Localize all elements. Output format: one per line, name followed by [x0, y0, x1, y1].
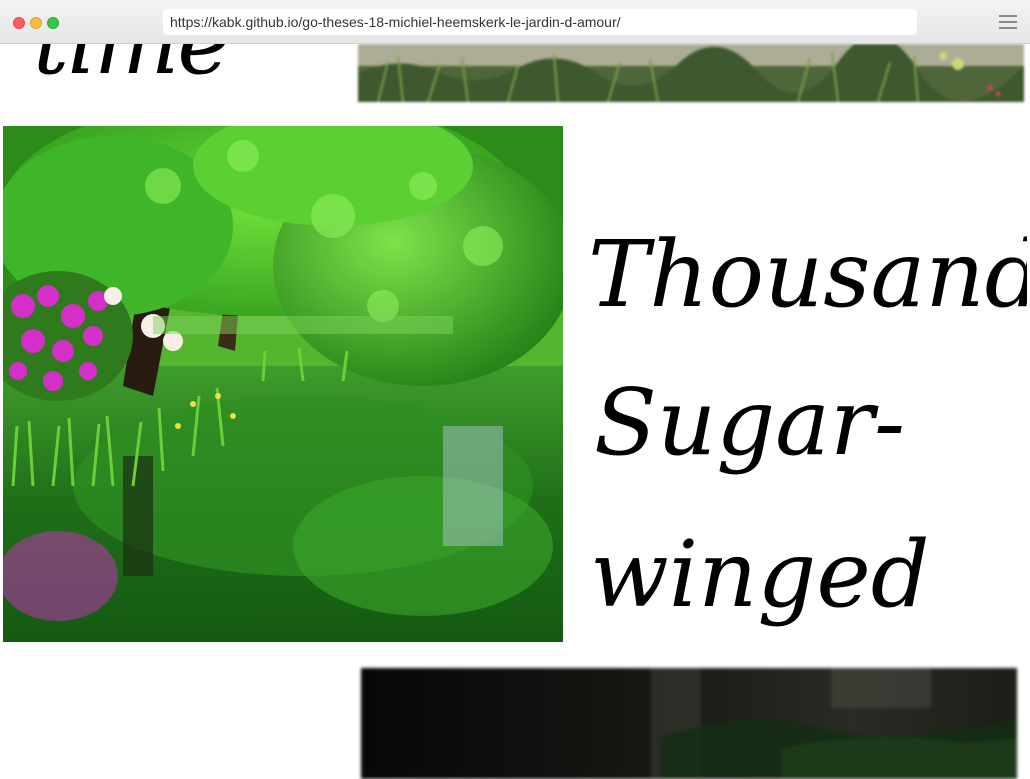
word-sugar: Sugar-	[594, 369, 906, 476]
close-window-icon[interactable]	[13, 17, 25, 29]
address-bar[interactable]: https://kabk.github.io/go-theses-18-mich…	[163, 9, 917, 35]
browser-toolbar: https://kabk.github.io/go-theses-18-mich…	[0, 0, 1030, 44]
hamburger-menu-icon[interactable]	[999, 15, 1017, 31]
minimize-window-icon[interactable]	[30, 17, 42, 29]
page-viewport[interactable]: time	[3, 44, 1027, 779]
top-garden-photo	[358, 44, 1024, 102]
word-winged: winged	[590, 521, 930, 628]
dark-garden-photo	[361, 668, 1017, 779]
scrolled-word-top: time	[33, 44, 231, 88]
word-thousand: Thousand	[588, 221, 1027, 328]
garden-pond-photo	[3, 126, 563, 642]
maximize-window-icon[interactable]	[47, 17, 59, 29]
